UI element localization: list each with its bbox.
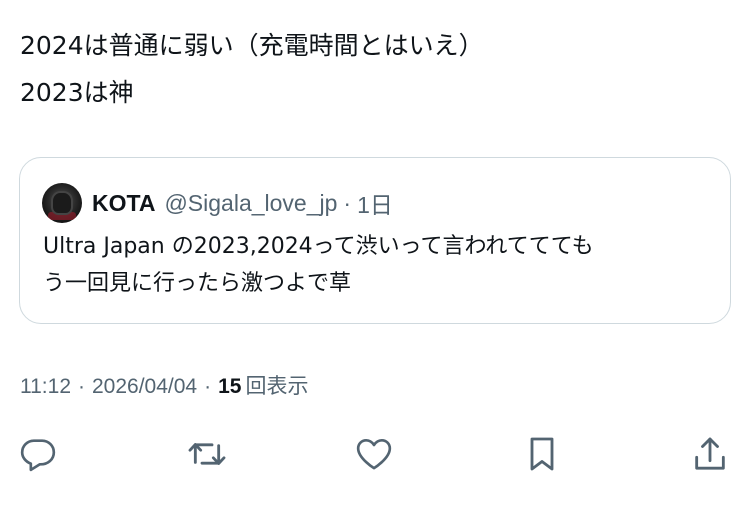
quoted-line-1: Ultra Japan の2023,2024って渋いって言われててても xyxy=(43,234,594,259)
retweet-button[interactable] xyxy=(185,432,229,476)
share-icon xyxy=(695,437,725,470)
quoted-author-handle[interactable]: @Sigala_love_jp xyxy=(164,190,337,217)
avatar[interactable] xyxy=(42,183,82,223)
like-button[interactable] xyxy=(352,432,396,476)
views-label[interactable]: 回表示 xyxy=(245,370,308,400)
views-count[interactable]: 15 xyxy=(218,375,241,399)
tweet-text: 2024は普通に弱い（充電時間とはいえ） 2023は神 xyxy=(20,22,484,116)
bookmark-icon xyxy=(530,437,554,471)
quoted-author-name[interactable]: KOTA xyxy=(92,190,155,217)
quoted-tweet-text: Ultra Japan の2023,2024って渋いって言われててても う一回見… xyxy=(43,228,713,302)
tweet-time[interactable]: 11:12 xyxy=(20,375,71,399)
meta-separator-2: · xyxy=(204,375,212,398)
meta-separator-1: · xyxy=(78,375,85,398)
quoted-tweet-time[interactable]: 1日 xyxy=(357,186,393,220)
reply-icon xyxy=(20,439,56,472)
tweet-line-1: 2024は普通に弱い（充電時間とはいえ） xyxy=(20,31,484,60)
separator-dot: · xyxy=(343,189,352,216)
retweet-icon xyxy=(188,443,226,465)
bookmark-button[interactable] xyxy=(520,432,564,476)
like-icon xyxy=(356,439,392,470)
action-bar xyxy=(0,432,750,476)
tweet-date[interactable]: 2026/04/04 xyxy=(92,375,197,399)
quoted-tweet-card[interactable]: KOTA @Sigala_love_jp · 1日 Ultra Japan の2… xyxy=(19,157,731,324)
tweet-line-2: 2023は神 xyxy=(20,78,134,107)
share-button[interactable] xyxy=(688,432,732,476)
tweet-meta: 11:12 · 2026/04/04 · 15 回表示 xyxy=(20,370,308,400)
quoted-line-2: う一回見に行ったら激つよで草 xyxy=(43,271,352,296)
reply-button[interactable] xyxy=(16,432,60,476)
quoted-tweet-header: KOTA @Sigala_love_jp · 1日 xyxy=(42,182,393,224)
